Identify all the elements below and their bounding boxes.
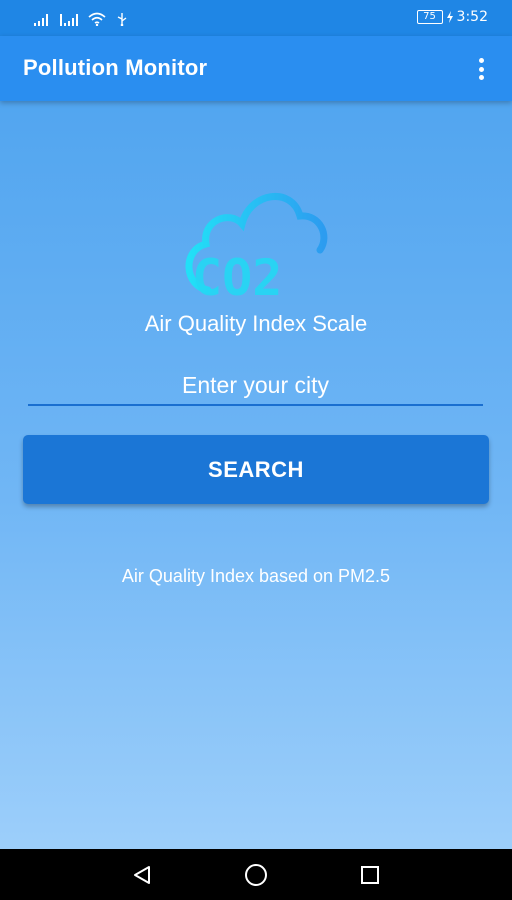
wifi-icon xyxy=(88,12,106,26)
city-input[interactable] xyxy=(28,366,483,406)
status-left-icons xyxy=(34,10,128,26)
recents-icon[interactable] xyxy=(356,861,384,889)
status-time: 3:52 xyxy=(456,9,488,25)
battery-icon: 75 xyxy=(416,10,443,24)
cloud-co2-icon: CO2 xyxy=(185,192,328,303)
menu-dot xyxy=(478,75,484,80)
menu-dot xyxy=(478,58,484,63)
charging-icon xyxy=(446,11,453,23)
home-icon[interactable] xyxy=(242,861,270,889)
app-title: Pollution Monitor xyxy=(23,55,208,80)
usb-icon xyxy=(117,13,127,26)
search-button[interactable]: SEARCH xyxy=(23,435,489,504)
app-bar: Pollution Monitor xyxy=(0,36,512,101)
logo-text: CO2 xyxy=(192,249,282,303)
status-bar: 75 3:52 xyxy=(0,0,512,36)
screen: 75 3:52 Pollution Monitor CO2 Air Qualit… xyxy=(0,0,512,900)
overflow-menu-icon[interactable] xyxy=(470,56,492,82)
pm-info-text: Air Quality Index based on PM2.5 xyxy=(121,566,391,586)
scale-label: Air Quality Index Scale xyxy=(144,311,368,336)
menu-dot xyxy=(478,66,484,72)
back-icon[interactable] xyxy=(128,861,156,889)
signal-icon-2 xyxy=(60,14,78,26)
status-right: 75 3:52 xyxy=(416,9,488,25)
nav-bar xyxy=(0,849,512,900)
signal-icon xyxy=(34,14,48,26)
